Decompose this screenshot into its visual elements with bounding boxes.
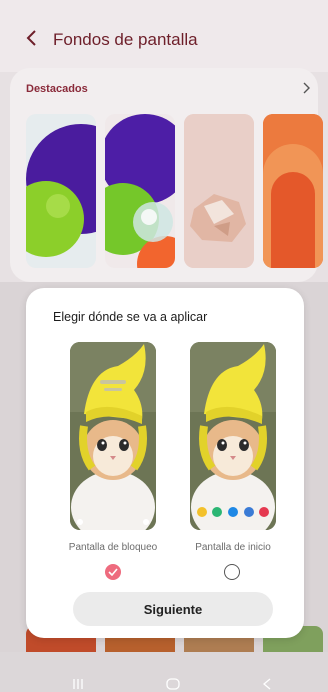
wallpaper-thumbnail[interactable] — [26, 114, 96, 268]
next-button[interactable]: Siguiente — [73, 592, 273, 626]
chevron-left-icon — [26, 30, 36, 46]
wallpaper-thumbnail[interactable] — [105, 114, 175, 268]
home-screen-preview[interactable] — [190, 342, 276, 530]
back-icon[interactable] — [262, 678, 272, 690]
recents-icon[interactable] — [72, 678, 84, 690]
home-icon[interactable] — [166, 678, 180, 690]
lock-screen-radio[interactable] — [105, 564, 121, 580]
check-icon — [108, 568, 118, 576]
lock-screen-preview[interactable] — [70, 342, 156, 530]
chevron-right-icon[interactable] — [300, 80, 312, 96]
system-nav-bar — [0, 652, 328, 692]
apply-location-dialog: Elegir dónde se va a aplicar Pantalla de… — [26, 288, 304, 638]
back-button[interactable] — [22, 26, 40, 50]
lock-screen-label: Pantalla de bloqueo — [68, 542, 158, 553]
page-title: Fondos de pantalla — [53, 30, 198, 49]
wallpaper-thumbnail[interactable] — [263, 114, 323, 268]
wallpaper-thumbnail[interactable] — [184, 114, 254, 268]
home-screen-label: Pantalla de inicio — [195, 542, 271, 553]
home-screen-radio[interactable] — [224, 564, 240, 580]
dialog-title: Elegir dónde se va a aplicar — [53, 310, 208, 324]
featured-title[interactable]: Destacados — [26, 83, 88, 95]
